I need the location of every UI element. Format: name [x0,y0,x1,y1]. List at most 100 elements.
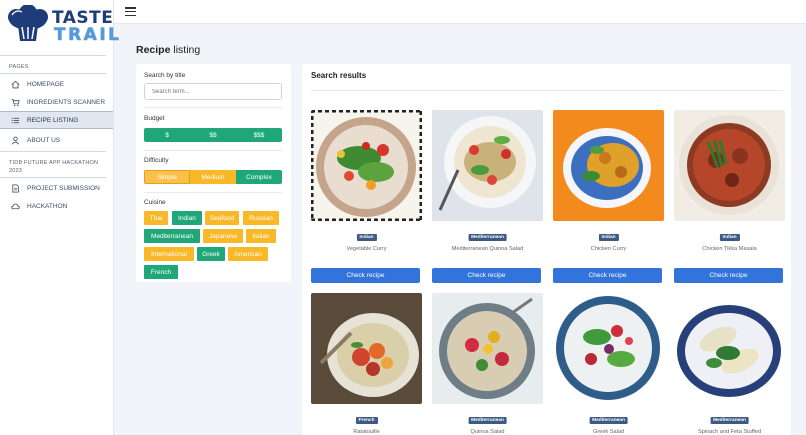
menu-toggle-icon[interactable] [125,7,136,16]
recipe-image[interactable] [674,110,785,221]
sidebar-divider [0,55,106,56]
search-results-panel: Search results Indian Vegetable Curry Ch… [302,64,791,435]
cuisine-label: Cuisine [144,199,166,206]
user-icon [10,135,20,145]
page-title-bold: Recipe [136,44,171,56]
cuisine-tag-japanese[interactable]: Japanese [203,229,243,243]
filter-divider [144,150,282,151]
cuisine-badge: French [355,417,378,424]
cart-icon [10,97,20,107]
sidebar-item-project-submission[interactable]: PROJECT SUBMISSION [0,179,113,197]
sidebar-heading-year: 2023 [9,168,23,174]
sidebar-item-recipe-listing[interactable]: RECIPE LISTING [0,111,113,129]
difficulty-option-simple[interactable]: Simple [144,170,190,184]
recipe-image[interactable] [432,293,543,404]
cuisine-badge: Mediterranean [710,417,749,424]
sidebar-divider [0,177,106,178]
cuisine-tag-italian[interactable]: Italian [246,229,276,243]
sidebar-item-label: INGREDIENTS SCANNER [27,98,106,106]
recipe-card: Indian Chicken Tikka Masala Check recipe [674,110,785,283]
recipe-image[interactable] [553,110,664,221]
recipe-name: Vegetable Curry [346,246,387,252]
filter-divider [144,192,282,193]
cuisine-tag-seafood[interactable]: Seafood [205,211,239,225]
budget-option-low[interactable]: $ [144,128,190,142]
cuisine-badge: Indian [719,234,740,241]
cuisine-badge: Mediterranean [589,417,628,424]
recipe-name: Mediterranean Quinoa Salad [451,246,524,252]
recipe-card: Mediterranean Greek Salad [553,293,664,435]
sidebar-item-label: PROJECT SUBMISSION [27,184,100,192]
recipe-name: Chicken Tikka Masala [702,246,757,252]
difficulty-option-complex[interactable]: Complex [236,170,282,184]
recipe-image[interactable] [674,293,785,404]
recipe-name: Greek Salad [592,429,625,435]
difficulty-selector: Simple Medium Complex [144,170,282,184]
sidebar-divider [0,73,106,74]
page-title: Recipe listing [136,44,200,56]
results-title: Search results [311,71,367,80]
cuisine-badge: Indian [598,234,619,241]
recipe-card: Indian Vegetable Curry Check recipe [311,110,422,283]
recipe-name: Chicken Curry [590,246,627,252]
sidebar-divider [0,151,106,152]
search-label: Search by title [144,72,186,79]
budget-label: Budget [144,115,165,122]
search-input[interactable] [144,83,282,100]
budget-option-medium[interactable]: $$ [190,128,236,142]
check-recipe-button[interactable]: Check recipe [553,268,662,283]
sidebar: TASTE TRAIL PAGES HOMEPAGE INGREDIENTS S… [0,0,119,435]
recipe-name: Ratatouille [353,429,380,435]
cuisine-tag-thai[interactable]: Thai [144,211,168,225]
cuisine-badge: Indian [356,234,377,241]
sidebar-item-hackathon[interactable]: HACKATHON [0,197,113,215]
cuisine-tag-indian[interactable]: Indian [172,211,202,225]
recipe-card: Mediterranean Mediterranean Quinoa Salad… [432,110,543,283]
recipe-card: Mediterranean Spinach and Feta Stuffed [674,293,785,435]
home-icon [10,79,20,89]
cuisine-badge: Mediterranean [468,417,507,424]
recipe-name: Spinach and Feta Stuffed [697,429,762,435]
sidebar-item-label: RECIPE LISTING [27,116,79,124]
recipe-name: Quinoa Salad [470,429,505,435]
document-icon [10,183,20,193]
check-recipe-button[interactable]: Check recipe [674,268,783,283]
difficulty-option-medium[interactable]: Medium [190,170,236,184]
cuisine-tag-international[interactable]: International [144,247,194,261]
recipe-card: French Ratatouille [311,293,422,435]
budget-selector: $ $$ $$$ [144,128,282,142]
filter-divider [144,107,282,108]
difficulty-label: Difficulty [144,157,169,164]
sidebar-item-label: ABOUT US [27,136,61,144]
chef-hat-icon [8,5,48,41]
cuisine-tag-mediterranean[interactable]: Mediterranean [144,229,200,243]
recipe-image[interactable] [311,293,422,404]
cuisine-tag-greek[interactable]: Greek [197,247,225,261]
cuisine-badge: Mediterranean [468,234,507,241]
sidebar-item-homepage[interactable]: HOMEPAGE [0,75,113,93]
check-recipe-button[interactable]: Check recipe [432,268,541,283]
sidebar-item-about-us[interactable]: ABOUT US [0,131,113,149]
sidebar-item-ingredients-scanner[interactable]: INGREDIENTS SCANNER [0,93,113,111]
top-bar [114,0,806,24]
budget-option-high[interactable]: $$$ [236,128,282,142]
cloud-icon [10,201,20,211]
sidebar-heading-pages: PAGES [9,64,29,70]
recipe-image[interactable] [432,110,543,221]
cuisine-tag-french[interactable]: French [144,265,178,279]
cuisine-tag-russian[interactable]: Russian [243,211,279,225]
cuisine-tag-american[interactable]: American [228,247,268,261]
filter-panel: Search by title Budget $ $$ $$$ Difficul… [136,64,291,282]
sidebar-heading-hackathon: TIDB FUTURE APP HACKATHON [9,160,99,166]
check-recipe-button[interactable]: Check recipe [311,268,420,283]
results-divider [311,90,783,91]
recipe-image[interactable] [553,293,664,404]
brand-logo[interactable]: TASTE TRAIL [6,5,119,47]
recipe-card: Mediterranean Quinoa Salad [432,293,543,435]
sidebar-item-label: HACKATHON [27,202,68,210]
brand-name-line2: TRAIL [54,25,122,45]
list-icon [10,115,20,125]
sidebar-item-label: HOMEPAGE [27,80,65,88]
recipe-card: Indian Chicken Curry Check recipe [553,110,664,283]
recipe-image[interactable] [311,110,422,221]
